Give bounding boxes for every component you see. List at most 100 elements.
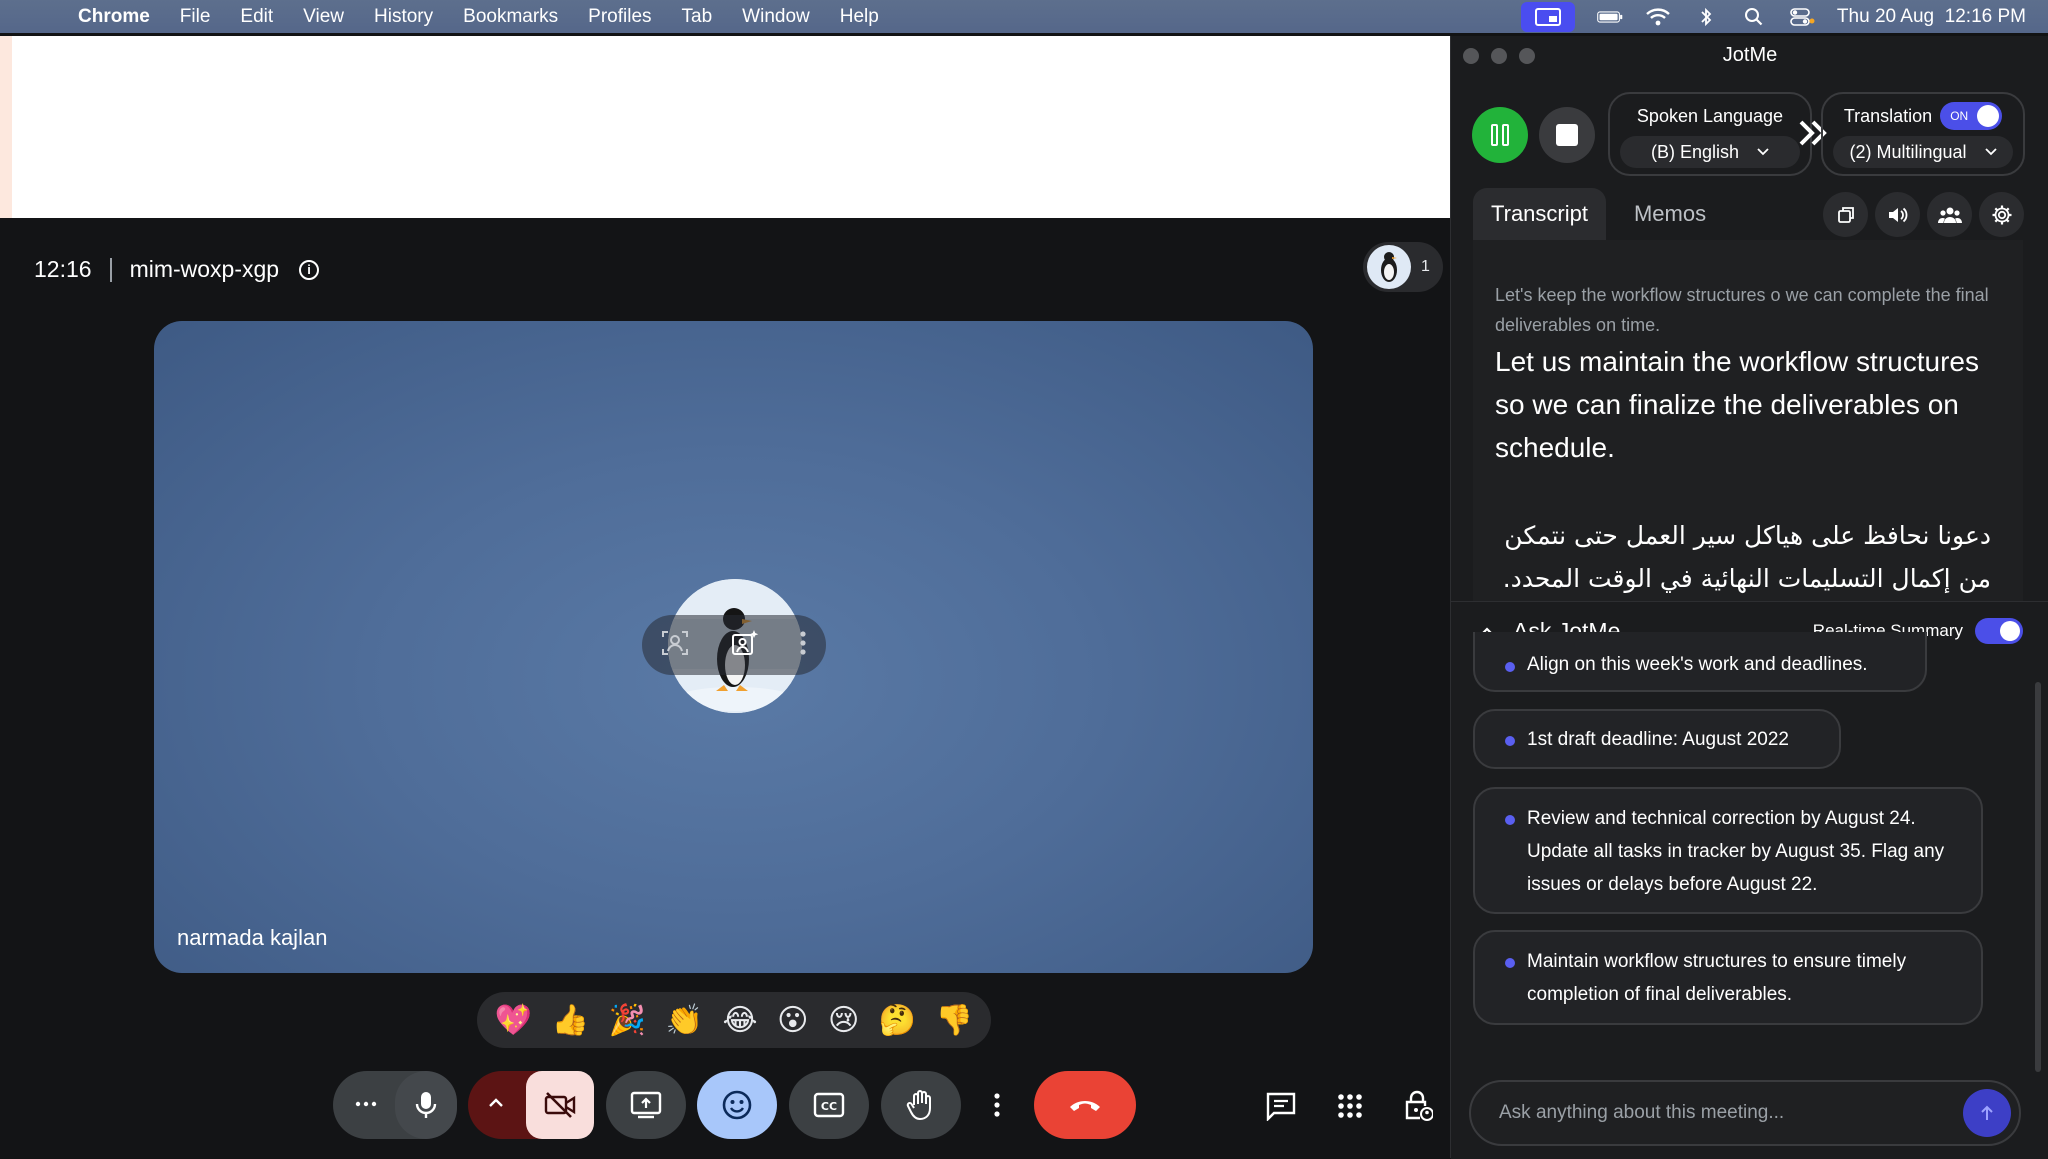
control-center-icon[interactable] xyxy=(1789,7,1815,27)
pause-recording-button[interactable] xyxy=(1472,107,1528,163)
summary-item-text: Align on this week's work and deadlines. xyxy=(1527,654,1868,675)
summary-item: Maintain workflow structures to ensure t… xyxy=(1473,930,1983,1025)
menu-history[interactable]: History xyxy=(374,6,433,28)
transcript-original-text: Let's keep the workflow structures o we … xyxy=(1495,285,1989,335)
hang-up-icon xyxy=(1070,1101,1100,1111)
menu-view[interactable]: View xyxy=(303,6,344,28)
menu-help[interactable]: Help xyxy=(840,6,879,28)
menu-bookmarks[interactable]: Bookmarks xyxy=(463,6,558,28)
more-actions-icon[interactable] xyxy=(353,1091,379,1122)
translation-header: Translation ON xyxy=(1823,102,2023,130)
transcript-arabic-text: دعونا نحافظ على هياكل سير العمل حتى نتمك… xyxy=(1502,521,1991,593)
microphone-button[interactable] xyxy=(395,1071,457,1139)
bullet-icon xyxy=(1505,736,1515,746)
reaction-clap[interactable]: 👏 xyxy=(666,1003,703,1038)
camera-off-button[interactable] xyxy=(526,1071,594,1139)
participants-chip[interactable]: 1 xyxy=(1363,242,1443,292)
copy-icon[interactable] xyxy=(1823,192,1868,237)
reaction-thumbs-up[interactable]: 👍 xyxy=(552,1003,589,1038)
emoji-icon xyxy=(722,1090,752,1120)
screen-share-status-icon[interactable] xyxy=(1520,1,1575,32)
captions-button[interactable]: CC xyxy=(789,1071,869,1139)
spoken-language-dropdown[interactable]: (B) English xyxy=(1620,136,1800,168)
reaction-laugh[interactable]: 😂 xyxy=(723,1003,758,1038)
reaction-surprised[interactable]: 😮 xyxy=(777,1003,808,1038)
menu-tab[interactable]: Tab xyxy=(682,6,713,28)
meeting-time: 12:16 xyxy=(34,256,92,282)
more-options-icon[interactable] xyxy=(798,630,808,661)
bluetooth-icon[interactable] xyxy=(1693,7,1719,27)
raise-hand-button[interactable] xyxy=(881,1071,961,1139)
meeting-info: 12:16 mim-woxp-xgp i xyxy=(34,256,320,283)
spotlight-search-icon[interactable] xyxy=(1741,7,1767,27)
host-controls-button[interactable] xyxy=(1394,1082,1442,1130)
summary-item-text: Maintain workflow structures to ensure t… xyxy=(1527,951,1907,1005)
reaction-thinking[interactable]: 🤔 xyxy=(879,1003,916,1038)
summary-item: Align on this week's work and deadlines. xyxy=(1473,632,1927,692)
more-and-mic-group xyxy=(333,1071,457,1139)
stop-recording-button[interactable] xyxy=(1539,107,1595,163)
spoken-language-label: Spoken Language xyxy=(1636,106,1784,126)
chat-button[interactable] xyxy=(1257,1082,1305,1130)
translation-language-value: (2) Multilingual xyxy=(1849,141,1967,162)
wifi-icon[interactable] xyxy=(1645,7,1671,27)
more-options-button[interactable] xyxy=(972,1071,1022,1139)
reaction-party[interactable]: 🎉 xyxy=(609,1003,646,1038)
leave-call-button[interactable] xyxy=(1034,1071,1136,1139)
translation-language-dropdown[interactable]: (2) Multilingual xyxy=(1833,136,2013,168)
send-question-button[interactable] xyxy=(1963,1089,2011,1137)
realtime-summary-toggle[interactable] xyxy=(1975,618,2023,644)
vertical-dots-icon xyxy=(994,1093,1000,1117)
raise-hand-icon xyxy=(906,1090,931,1121)
tile-action-overlay xyxy=(642,615,826,675)
tab-memos[interactable]: Memos xyxy=(1616,188,1724,240)
settings-gear-icon[interactable] xyxy=(1979,192,2024,237)
transcript-tools xyxy=(1823,192,2024,237)
transcript-panel: Let's keep the workflow structures o we … xyxy=(1473,240,2045,820)
clock-datetime[interactable]: Thu 20 Aug 12:16 PM xyxy=(1837,6,2026,28)
jotme-title: JotMe xyxy=(1722,44,1778,66)
tab-transcript[interactable]: Transcript xyxy=(1473,188,1606,240)
activities-button[interactable] xyxy=(1326,1082,1374,1130)
camera-options-chevron-icon[interactable] xyxy=(486,1093,506,1118)
menu-file[interactable]: File xyxy=(180,6,211,28)
participants-icon[interactable] xyxy=(1927,192,1972,237)
menu-profiles[interactable]: Profiles xyxy=(588,6,651,28)
visual-effects-icon[interactable] xyxy=(729,628,759,663)
captions-icon: CC xyxy=(813,1092,845,1118)
chevron-down-icon xyxy=(1757,148,1769,156)
emoji-reactions-button[interactable] xyxy=(697,1071,777,1139)
divider xyxy=(109,257,112,282)
menu-bar: Chrome File Edit View History Bookmarks … xyxy=(0,0,2048,33)
toggle-state-label: ON xyxy=(1950,109,1969,123)
translation-toggle[interactable]: ON xyxy=(1940,102,2003,130)
speaker-icon[interactable] xyxy=(1875,192,1920,237)
translation-selector: Translation ON (2) Multilingual xyxy=(1821,92,2025,176)
lock-person-icon xyxy=(1405,1090,1433,1121)
microphone-icon xyxy=(415,1092,437,1118)
chat-icon xyxy=(1266,1092,1296,1121)
participant-video-tile[interactable]: narmada kajlan xyxy=(154,321,1313,973)
summary-scrollbar[interactable] xyxy=(2035,682,2041,1072)
menu-window[interactable]: Window xyxy=(742,6,810,28)
summary-item: 1st draft deadline: August 2022 xyxy=(1473,709,1841,769)
camera-group xyxy=(468,1071,594,1139)
transcript-english-text: Let us maintain the workflow structures … xyxy=(1495,346,1979,463)
reactions-bar: 💖 👍 🎉 👏 😂 😮 😢 🤔 👎 xyxy=(477,992,991,1048)
battery-icon[interactable] xyxy=(1597,7,1623,27)
spoken-language-value: (B) English xyxy=(1650,141,1740,162)
frame-person-icon[interactable] xyxy=(660,628,690,663)
info-icon[interactable]: i xyxy=(299,259,320,280)
reaction-sad[interactable]: 😢 xyxy=(828,1003,859,1038)
summary-item-text: 1st draft deadline: August 2022 xyxy=(1527,729,1789,750)
reaction-thumbs-down[interactable]: 👎 xyxy=(936,1003,973,1038)
menu-edit[interactable]: Edit xyxy=(240,6,273,28)
browser-page-top xyxy=(0,36,1450,218)
reaction-heart[interactable]: 💖 xyxy=(495,1003,532,1038)
jotme-panel: JotMe Spoken Language (B) English Transl… xyxy=(1450,36,2048,1159)
menu-app-name[interactable]: Chrome xyxy=(78,6,150,28)
jotme-tabs: Transcript Memos xyxy=(1473,188,1724,240)
camera-off-icon xyxy=(544,1092,576,1118)
present-screen-button[interactable] xyxy=(606,1071,686,1139)
ask-question-input[interactable] xyxy=(1497,1101,1963,1125)
